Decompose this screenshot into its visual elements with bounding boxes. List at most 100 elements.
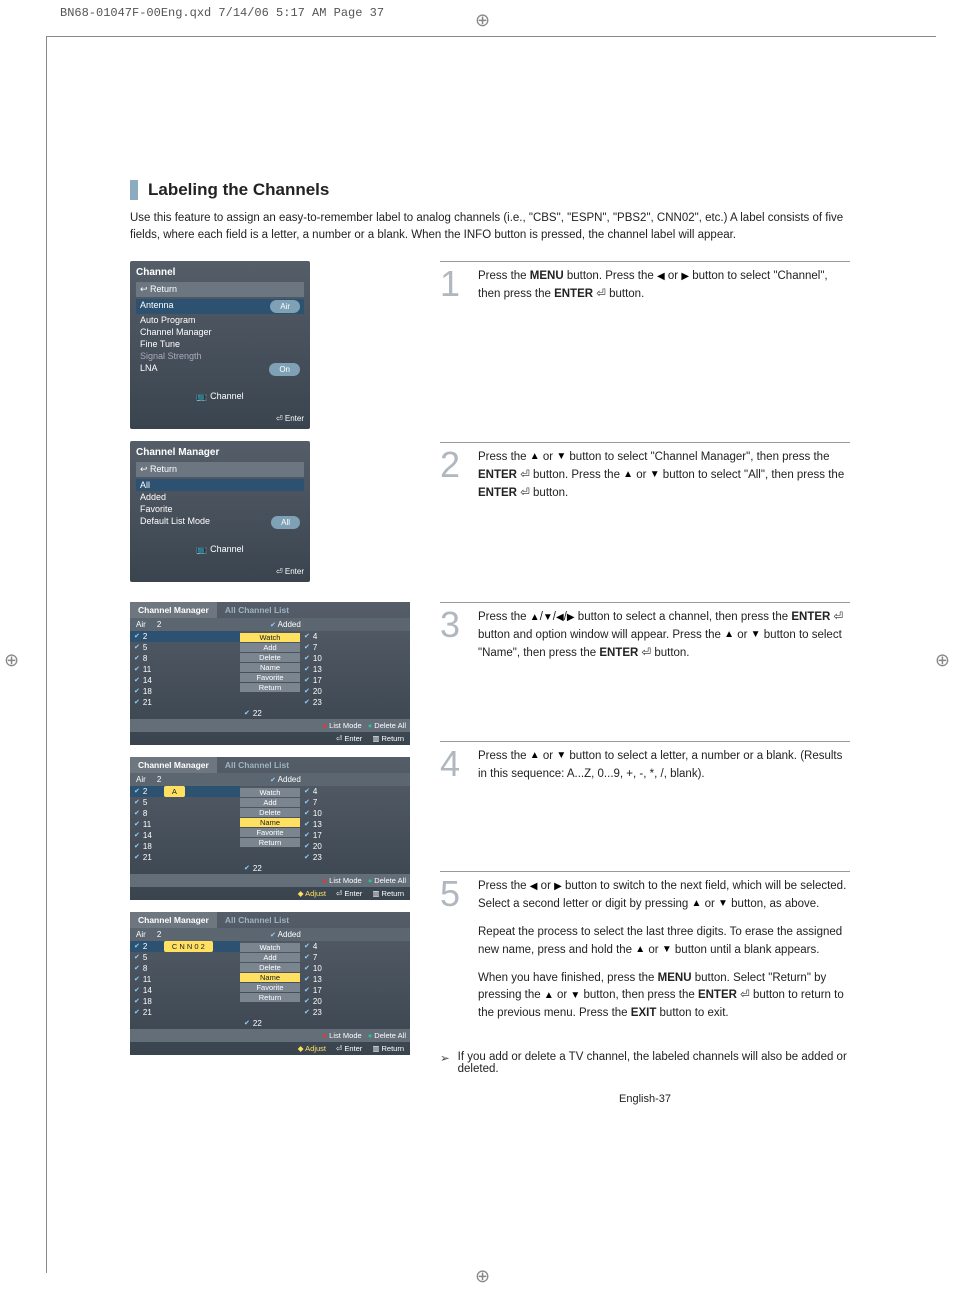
channel-row: ✔21	[130, 1007, 240, 1018]
step-number: 2	[440, 449, 468, 512]
step-text: Press the ▲/▼/◀/▶ button to select a cha…	[478, 609, 850, 672]
osd-row-dlm: Default List ModeAll	[136, 515, 304, 530]
osd-channel-menu: Channel ↩ Return AntennaAir Auto Program…	[130, 261, 310, 429]
grid-footer-bar-2: ⏎ Enter▥ Return	[130, 732, 410, 745]
up-arrow-icon: ▲	[530, 449, 540, 465]
up-arrow-icon: ▲	[692, 896, 702, 912]
tab-channel-manager: Channel Manager	[130, 757, 217, 773]
crop-mark-icon: ⊕	[475, 10, 490, 31]
osd-band: 📺 Channel	[136, 391, 304, 402]
context-option: Watch	[240, 633, 300, 642]
step-2: 2 Press the ▲ or ▼ button to select "Cha…	[440, 442, 850, 512]
channel-row: ✔5	[130, 952, 240, 963]
channel-row: ✔11	[130, 664, 240, 675]
step-text: Press the MENU button. Press the ◀ or ▶ …	[478, 268, 850, 314]
channel-name-field: A	[164, 786, 185, 797]
page-content: Labeling the Channels Use this feature t…	[130, 180, 850, 1105]
step-text: Press the ▲ or ▼ button to select "Chann…	[478, 449, 850, 512]
channel-row: ✔4	[300, 631, 410, 642]
osd-row-added: Added	[136, 491, 304, 503]
step-4: 4 Press the ▲ or ▼ button to select a le…	[440, 741, 850, 794]
channel-row: ✔17	[300, 675, 410, 686]
down-arrow-icon: ▼	[543, 610, 553, 626]
context-option: Add	[240, 953, 300, 962]
osd-band: 📺 Channel	[136, 544, 304, 555]
channel-row: ✔2	[130, 631, 240, 642]
down-arrow-icon: ▼	[556, 748, 566, 764]
tab-channel-manager: Channel Manager	[130, 912, 217, 928]
osd-row-fav: Favorite	[136, 503, 304, 515]
context-option: Favorite	[240, 983, 300, 992]
channel-row: ✔8	[130, 963, 240, 974]
channel-row: ✔4	[300, 941, 410, 952]
context-option: Delete	[240, 808, 300, 817]
down-arrow-icon: ▼	[718, 896, 728, 912]
channel-row: ✔17	[300, 830, 410, 841]
channel-row: ✔20	[300, 841, 410, 852]
left-arrow-icon: ◀	[657, 269, 665, 285]
osd-return-label: Return	[150, 284, 177, 294]
step-5: 5 Press the ◀ or ▶ button to switch to t…	[440, 871, 850, 1033]
note-bullet-icon: ➢	[440, 1051, 450, 1075]
osd-row-auto: Auto Program	[136, 314, 304, 326]
tab-all-channel-list: All Channel List	[217, 602, 297, 618]
osd-row-antenna: AntennaAir	[136, 299, 304, 314]
osd-row-all: All	[136, 479, 304, 491]
osd-all-channel-list-2: Channel ManagerAll Channel ListAir 2✔ Ad…	[130, 757, 410, 900]
channel-row: ✔21	[130, 852, 240, 863]
enter-icon: ⏎	[596, 288, 606, 300]
channel-row: ✔18	[130, 841, 240, 852]
context-option: Favorite	[240, 828, 300, 837]
channel-row: ✔5	[130, 797, 240, 808]
channel-row: ✔7	[300, 952, 410, 963]
context-option: Name	[240, 663, 300, 672]
step-number: 5	[440, 878, 468, 1033]
crop-mark-icon: ⊕	[935, 650, 950, 671]
up-arrow-icon: ▲	[530, 748, 540, 764]
osd-return: ↩ Return	[136, 462, 304, 477]
channel-row: ✔23	[300, 1007, 410, 1018]
grid-header: Air 2✔ Added	[130, 928, 410, 941]
channel-row: ✔22	[240, 708, 410, 719]
channel-row: ✔23	[300, 852, 410, 863]
step-number: 3	[440, 609, 468, 672]
step-text: Press the ◀ or ▶ button to switch to the…	[478, 878, 850, 1033]
step-number: 4	[440, 748, 468, 794]
osd-row-lna: LNAOn	[136, 362, 304, 377]
osd-return: ↩ Return	[136, 282, 304, 297]
enter-icon: ⏎	[520, 469, 530, 481]
channel-row: ✔7	[300, 642, 410, 653]
enter-icon: ⏎	[740, 989, 750, 1001]
channel-row: ✔5	[130, 642, 240, 653]
channel-row: ✔18	[130, 686, 240, 697]
osd-row-ft: Fine Tune	[136, 338, 304, 350]
context-option: Watch	[240, 788, 300, 797]
grid-footer-bar: ● List Mode● Delete All	[130, 874, 410, 887]
note: ➢ If you add or delete a TV channel, the…	[440, 1051, 850, 1075]
context-option: Return	[240, 838, 300, 847]
up-arrow-icon: ▲	[544, 988, 554, 1004]
down-arrow-icon: ▼	[570, 988, 580, 1004]
print-slug: BN68-01047F-00Eng.qxd 7/14/06 5:17 AM Pa…	[60, 6, 384, 20]
tab-all-channel-list: All Channel List	[217, 757, 297, 773]
context-option: Name	[240, 973, 300, 982]
channel-row: ✔11	[130, 819, 240, 830]
context-option: Delete	[240, 963, 300, 972]
grid-header: Air 2✔ Added	[130, 618, 410, 631]
osd-row-ss: Signal Strength	[136, 350, 304, 362]
channel-row: ✔13	[300, 819, 410, 830]
channel-row: ✔20	[300, 996, 410, 1007]
context-option: Delete	[240, 653, 300, 662]
channel-row: ✔10	[300, 963, 410, 974]
osd-row-cm: Channel Manager	[136, 326, 304, 338]
channel-row: ✔17	[300, 985, 410, 996]
enter-icon: ⏎	[642, 647, 652, 659]
grid-footer-bar: ● List Mode● Delete All	[130, 719, 410, 732]
up-arrow-icon: ▲	[623, 467, 633, 483]
channel-row: ✔8	[130, 808, 240, 819]
step-text: Press the ▲ or ▼ button to select a lett…	[478, 748, 850, 794]
channel-row: ✔18	[130, 996, 240, 1007]
osd-footer: ⏎ Enter	[136, 414, 304, 423]
channel-row: ✔13	[300, 974, 410, 985]
tab-all-channel-list: All Channel List	[217, 912, 297, 928]
